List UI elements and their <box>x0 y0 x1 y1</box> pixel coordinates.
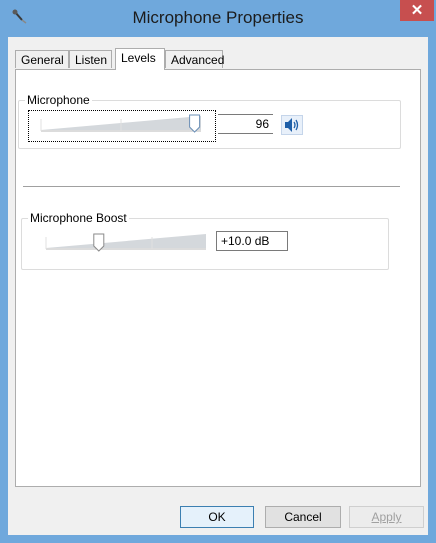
microphone-boost-group-label: Microphone Boost <box>28 211 129 225</box>
separator-line <box>23 186 400 187</box>
close-button[interactable]: ✕ <box>400 0 434 21</box>
apply-button-label: Apply <box>371 510 402 524</box>
microphone-level-slider[interactable] <box>28 110 216 142</box>
ok-button[interactable]: OK <box>180 506 254 528</box>
levels-tab-panel: Microphone 96 Microphone Boost +10.0 dB <box>15 69 421 487</box>
tab-levels[interactable]: Levels <box>115 48 165 70</box>
microphone-boost-group: Microphone Boost +10.0 dB <box>21 211 389 270</box>
speaker-icon <box>285 118 299 132</box>
microphone-group: Microphone 96 <box>18 93 401 149</box>
close-icon: ✕ <box>410 2 424 19</box>
tab-general[interactable]: General <box>15 50 69 68</box>
boost-slider-thumb[interactable] <box>93 233 105 252</box>
microphone-group-label: Microphone <box>25 93 92 107</box>
microphone-level-value[interactable]: 96 <box>218 114 273 134</box>
microphone-boost-value[interactable]: +10.0 dB <box>216 231 288 251</box>
microphone-properties-window: Microphone Properties ✕ General Listen L… <box>0 0 436 543</box>
cancel-button[interactable]: Cancel <box>265 506 341 528</box>
microphone-boost-slider[interactable] <box>44 230 208 256</box>
tab-advanced[interactable]: Advanced <box>165 50 224 68</box>
title-bar[interactable]: Microphone Properties ✕ <box>0 0 436 37</box>
apply-button[interactable]: Apply <box>349 506 424 528</box>
tab-listen[interactable]: Listen <box>69 50 112 68</box>
window-title: Microphone Properties <box>132 8 304 27</box>
microphone-mute-button[interactable] <box>281 115 303 135</box>
dialog-client-area: General Listen Levels Advanced Microphon… <box>8 37 428 535</box>
